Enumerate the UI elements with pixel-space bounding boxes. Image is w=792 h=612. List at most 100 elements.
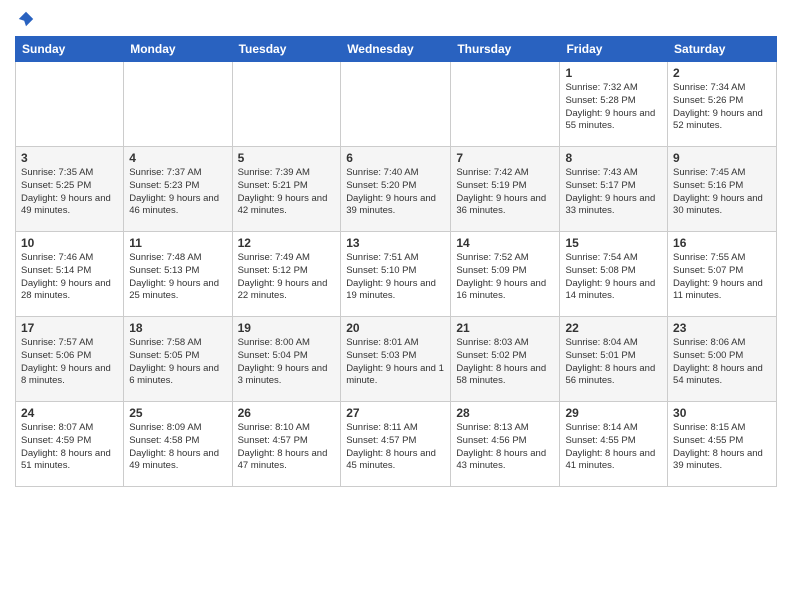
cell-info: Sunrise: 8:07 AM Sunset: 4:59 PM Dayligh… (21, 422, 118, 473)
cell-info: Sunrise: 7:57 AM Sunset: 5:06 PM Dayligh… (21, 337, 118, 388)
day-number: 13 (346, 236, 445, 250)
day-number: 25 (129, 406, 226, 420)
cell-info: Sunrise: 7:42 AM Sunset: 5:19 PM Dayligh… (456, 167, 554, 218)
day-number: 27 (346, 406, 445, 420)
calendar-cell: 13 Sunrise: 7:51 AM Sunset: 5:10 PM Dayli… (341, 232, 451, 317)
col-header-wednesday: Wednesday (341, 37, 451, 62)
week-row-1: 1Sunrise: 7:32 AM Sunset: 5:28 PM Daylig… (16, 62, 777, 147)
calendar-cell: 3 Sunrise: 7:35 AM Sunset: 5:25 PM Daylig… (16, 147, 124, 232)
cell-info: Sunrise: 8:03 AM Sunset: 5:02 PM Dayligh… (456, 337, 554, 388)
cell-info: Sunrise: 7:43 AM Sunset: 5:17 PM Dayligh… (565, 167, 662, 218)
cell-info: Sunrise: 7:58 AM Sunset: 5:05 PM Dayligh… (129, 337, 226, 388)
day-number: 14 (456, 236, 554, 250)
cell-info: Sunrise: 8:11 AM Sunset: 4:57 PM Dayligh… (346, 422, 445, 473)
cell-info: Sunrise: 7:54 AM Sunset: 5:08 PM Dayligh… (565, 252, 662, 303)
cell-info: Sunrise: 8:14 AM Sunset: 4:55 PM Dayligh… (565, 422, 662, 473)
calendar-cell (124, 62, 232, 147)
day-number: 11 (129, 236, 226, 250)
cell-info: Sunrise: 7:51 AM Sunset: 5:10 PM Dayligh… (346, 252, 445, 303)
cell-info: Sunrise: 7:49 AM Sunset: 5:12 PM Dayligh… (238, 252, 336, 303)
day-number: 26 (238, 406, 336, 420)
cell-info: Sunrise: 8:06 AM Sunset: 5:00 PM Dayligh… (673, 337, 771, 388)
day-number: 24 (21, 406, 118, 420)
calendar-cell: 25 Sunrise: 8:09 AM Sunset: 4:58 PM Dayli… (124, 402, 232, 487)
day-number: 21 (456, 321, 554, 335)
calendar-cell: 7 Sunrise: 7:42 AM Sunset: 5:19 PM Daylig… (451, 147, 560, 232)
calendar-cell (232, 62, 341, 147)
calendar-cell: 20 Sunrise: 8:01 AM Sunset: 5:03 PM Dayli… (341, 317, 451, 402)
calendar-cell: 11 Sunrise: 7:48 AM Sunset: 5:13 PM Dayli… (124, 232, 232, 317)
week-row-4: 17 Sunrise: 7:57 AM Sunset: 5:06 PM Dayli… (16, 317, 777, 402)
cell-info: Sunrise: 7:52 AM Sunset: 5:09 PM Dayligh… (456, 252, 554, 303)
calendar-cell: 18 Sunrise: 7:58 AM Sunset: 5:05 PM Dayli… (124, 317, 232, 402)
day-number: 7 (456, 151, 554, 165)
day-number: 19 (238, 321, 336, 335)
col-header-sunday: Sunday (16, 37, 124, 62)
calendar-cell: 22Sunrise: 8:04 AM Sunset: 5:01 PM Dayli… (560, 317, 668, 402)
day-number: 5 (238, 151, 336, 165)
cell-info: Sunrise: 7:37 AM Sunset: 5:23 PM Dayligh… (129, 167, 226, 218)
day-number: 29 (565, 406, 662, 420)
cell-info: Sunrise: 7:46 AM Sunset: 5:14 PM Dayligh… (21, 252, 118, 303)
cell-info: Sunrise: 8:10 AM Sunset: 4:57 PM Dayligh… (238, 422, 336, 473)
cell-info: Sunrise: 7:39 AM Sunset: 5:21 PM Dayligh… (238, 167, 336, 218)
week-row-5: 24 Sunrise: 8:07 AM Sunset: 4:59 PM Dayli… (16, 402, 777, 487)
day-number: 30 (673, 406, 771, 420)
cell-info: Sunrise: 7:55 AM Sunset: 5:07 PM Dayligh… (673, 252, 771, 303)
day-number: 6 (346, 151, 445, 165)
calendar-cell (451, 62, 560, 147)
week-row-2: 3 Sunrise: 7:35 AM Sunset: 5:25 PM Daylig… (16, 147, 777, 232)
calendar-cell: 29 Sunrise: 8:14 AM Sunset: 4:55 PM Dayli… (560, 402, 668, 487)
calendar-cell: 23 Sunrise: 8:06 AM Sunset: 5:00 PM Dayli… (668, 317, 777, 402)
day-number: 4 (129, 151, 226, 165)
day-number: 10 (21, 236, 118, 250)
logo-text (15, 10, 35, 28)
day-number: 12 (238, 236, 336, 250)
day-number: 28 (456, 406, 554, 420)
cell-info: Sunrise: 8:01 AM Sunset: 5:03 PM Dayligh… (346, 337, 445, 388)
week-row-3: 10 Sunrise: 7:46 AM Sunset: 5:14 PM Dayli… (16, 232, 777, 317)
cell-info: Sunrise: 8:09 AM Sunset: 4:58 PM Dayligh… (129, 422, 226, 473)
cell-info: Sunrise: 7:32 AM Sunset: 5:28 PM Dayligh… (565, 82, 662, 133)
col-header-monday: Monday (124, 37, 232, 62)
day-number: 18 (129, 321, 226, 335)
calendar: SundayMondayTuesdayWednesdayThursdayFrid… (15, 36, 777, 487)
cell-info: Sunrise: 8:15 AM Sunset: 4:55 PM Dayligh… (673, 422, 771, 473)
logo-icon (17, 10, 35, 28)
calendar-cell: 15 Sunrise: 7:54 AM Sunset: 5:08 PM Dayli… (560, 232, 668, 317)
col-header-saturday: Saturday (668, 37, 777, 62)
day-number: 3 (21, 151, 118, 165)
cell-info: Sunrise: 7:35 AM Sunset: 5:25 PM Dayligh… (21, 167, 118, 218)
calendar-cell: 1Sunrise: 7:32 AM Sunset: 5:28 PM Daylig… (560, 62, 668, 147)
calendar-cell (341, 62, 451, 147)
calendar-cell: 4 Sunrise: 7:37 AM Sunset: 5:23 PM Daylig… (124, 147, 232, 232)
day-number: 23 (673, 321, 771, 335)
cell-info: Sunrise: 8:04 AM Sunset: 5:01 PM Dayligh… (565, 337, 662, 388)
calendar-cell: 2 Sunrise: 7:34 AM Sunset: 5:26 PM Daylig… (668, 62, 777, 147)
cell-info: Sunrise: 7:45 AM Sunset: 5:16 PM Dayligh… (673, 167, 771, 218)
day-number: 17 (21, 321, 118, 335)
day-number: 2 (673, 66, 771, 80)
cell-info: Sunrise: 7:48 AM Sunset: 5:13 PM Dayligh… (129, 252, 226, 303)
calendar-cell: 14 Sunrise: 7:52 AM Sunset: 5:09 PM Dayli… (451, 232, 560, 317)
calendar-cell: 27 Sunrise: 8:11 AM Sunset: 4:57 PM Dayli… (341, 402, 451, 487)
calendar-cell (16, 62, 124, 147)
calendar-cell: 21 Sunrise: 8:03 AM Sunset: 5:02 PM Dayli… (451, 317, 560, 402)
calendar-cell: 5 Sunrise: 7:39 AM Sunset: 5:21 PM Daylig… (232, 147, 341, 232)
calendar-cell: 17 Sunrise: 7:57 AM Sunset: 5:06 PM Dayli… (16, 317, 124, 402)
col-header-friday: Friday (560, 37, 668, 62)
calendar-cell: 28 Sunrise: 8:13 AM Sunset: 4:56 PM Dayli… (451, 402, 560, 487)
calendar-cell: 19Sunrise: 8:00 AM Sunset: 5:04 PM Dayli… (232, 317, 341, 402)
col-header-tuesday: Tuesday (232, 37, 341, 62)
calendar-cell: 24 Sunrise: 8:07 AM Sunset: 4:59 PM Dayli… (16, 402, 124, 487)
cell-info: Sunrise: 8:13 AM Sunset: 4:56 PM Dayligh… (456, 422, 554, 473)
calendar-cell: 10 Sunrise: 7:46 AM Sunset: 5:14 PM Dayli… (16, 232, 124, 317)
day-number: 9 (673, 151, 771, 165)
cell-info: Sunrise: 7:34 AM Sunset: 5:26 PM Dayligh… (673, 82, 771, 133)
day-number: 8 (565, 151, 662, 165)
day-number: 20 (346, 321, 445, 335)
day-number: 15 (565, 236, 662, 250)
calendar-cell: 30 Sunrise: 8:15 AM Sunset: 4:55 PM Dayli… (668, 402, 777, 487)
header (15, 10, 777, 28)
calendar-cell: 6Sunrise: 7:40 AM Sunset: 5:20 PM Daylig… (341, 147, 451, 232)
